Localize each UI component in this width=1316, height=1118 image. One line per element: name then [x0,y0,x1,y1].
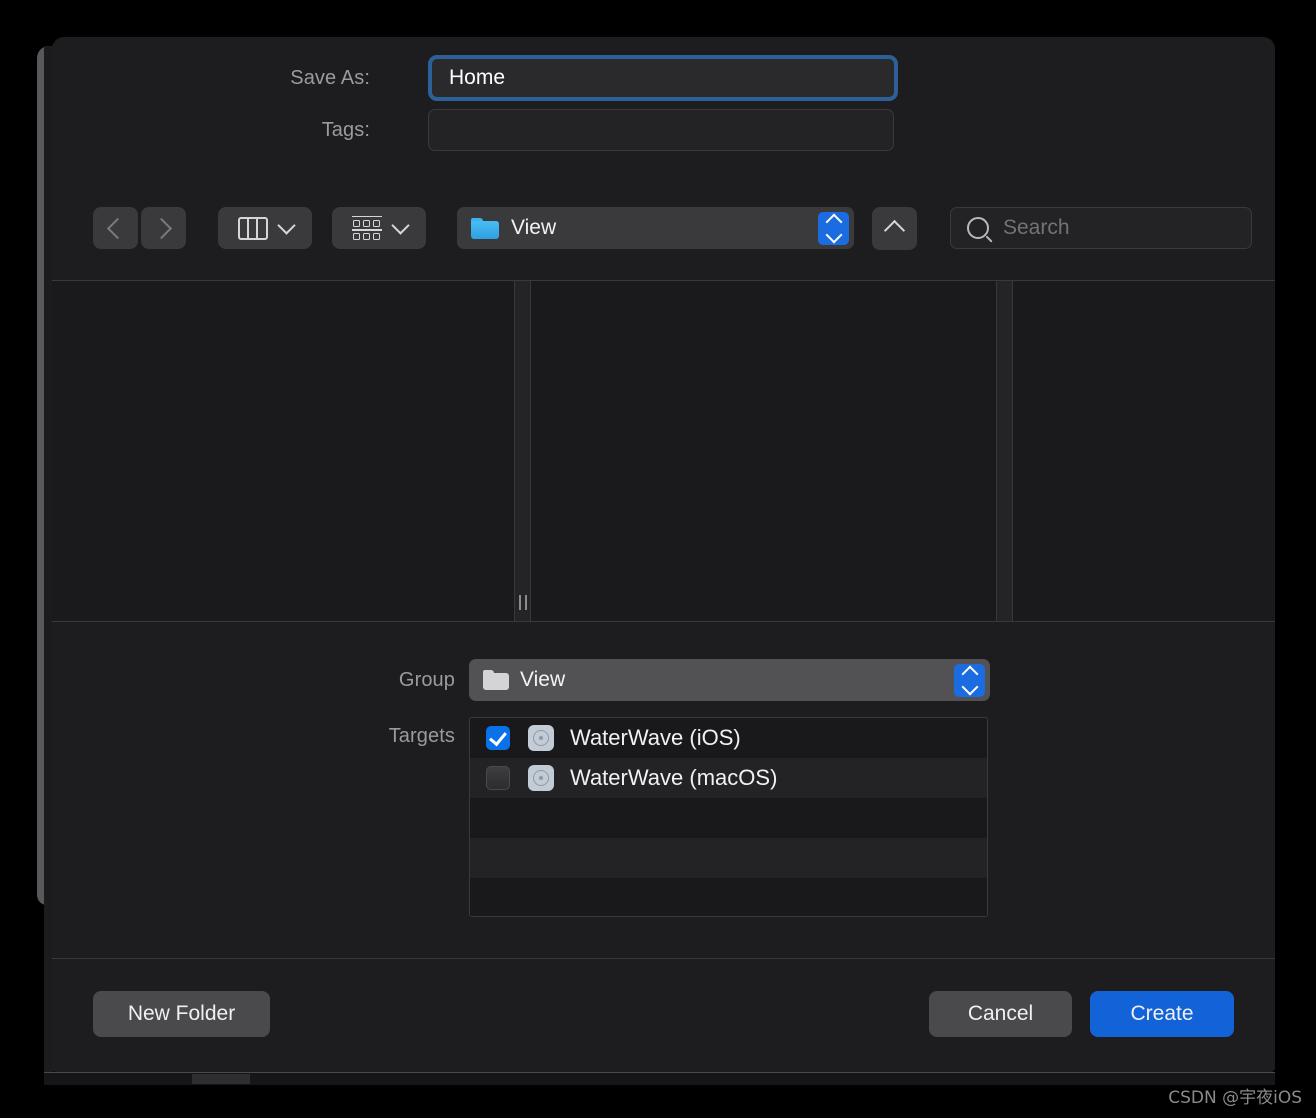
target-checkbox[interactable] [486,726,510,750]
location-popup-label: View [511,216,557,239]
search-field[interactable]: Search [950,207,1252,249]
group-label: Group [398,668,455,691]
targets-list[interactable]: WaterWave (iOS) WaterWave (macOS) [469,717,988,917]
navigation-toolbar: View Search [52,195,1275,261]
browser-column-3[interactable] [1013,281,1275,621]
folder-icon [483,670,509,690]
browser-column-2[interactable] [531,281,997,621]
save-as-row: Save As: [52,55,1275,101]
tags-input[interactable] [429,110,893,150]
tags-label: Tags: [321,118,370,141]
search-placeholder: Search [1003,216,1070,239]
targets-row: Targets WaterWave (iOS) WaterWave (macOS… [52,717,1275,917]
save-as-input[interactable] [432,59,894,97]
chevron-down-icon [390,216,410,235]
target-icon [528,725,554,751]
target-name: WaterWave (iOS) [570,725,741,750]
group-popup-value: View [520,668,566,691]
background-window-bottom-segment [192,1074,250,1084]
browser-column-1[interactable] [52,281,515,621]
background-window-bottom-edge [44,1072,1275,1085]
save-dialog: Save As: Tags: [52,37,1275,1072]
resize-grip-icon[interactable] [518,595,527,610]
save-as-label: Save As: [290,66,370,89]
dialog-footer: New Folder Cancel Create [52,958,1275,1072]
forward-button[interactable] [141,207,186,249]
column-divider-2[interactable] [997,281,1013,621]
target-name: WaterWave (macOS) [570,765,778,790]
target-checkbox[interactable] [486,766,510,790]
file-column-browser[interactable] [52,280,1275,622]
targets-label: Targets [388,725,455,747]
group-by-button[interactable] [332,207,426,249]
list-item[interactable] [470,878,987,916]
stepper-arrows-icon[interactable] [818,211,849,245]
watermark: CSDN @宇夜iOS [1168,1088,1302,1108]
view-mode-button[interactable] [218,207,312,249]
back-button[interactable] [93,207,138,249]
group-by-icon [351,215,382,241]
folder-icon [471,217,499,239]
chevron-up-icon [883,219,906,242]
chevron-left-icon [106,217,129,239]
group-popup-button[interactable]: View [469,659,990,701]
new-folder-button[interactable]: New Folder [93,991,270,1037]
search-icon [967,217,989,239]
column-view-icon [237,216,268,240]
group-row: Group View [52,659,1275,701]
table-row[interactable]: WaterWave (iOS) [470,718,987,758]
chevron-right-icon [150,217,173,239]
column-divider-1[interactable] [515,281,531,621]
table-row[interactable]: WaterWave (macOS) [470,758,987,798]
location-popup-button[interactable]: View [457,207,854,249]
tags-field [428,109,894,151]
checkmark-icon [489,727,507,746]
cancel-button[interactable]: Cancel [929,991,1072,1037]
stepper-arrows-icon[interactable] [954,663,985,697]
create-button[interactable]: Create [1090,991,1234,1037]
save-as-field-focus-ring [428,55,898,101]
target-icon [528,765,554,791]
chevron-down-icon [276,216,296,235]
tags-row: Tags: [52,109,1275,151]
enclosing-folder-button[interactable] [872,206,917,250]
nav-button-group [93,207,186,249]
list-item[interactable] [470,798,987,838]
list-item[interactable] [470,838,987,878]
